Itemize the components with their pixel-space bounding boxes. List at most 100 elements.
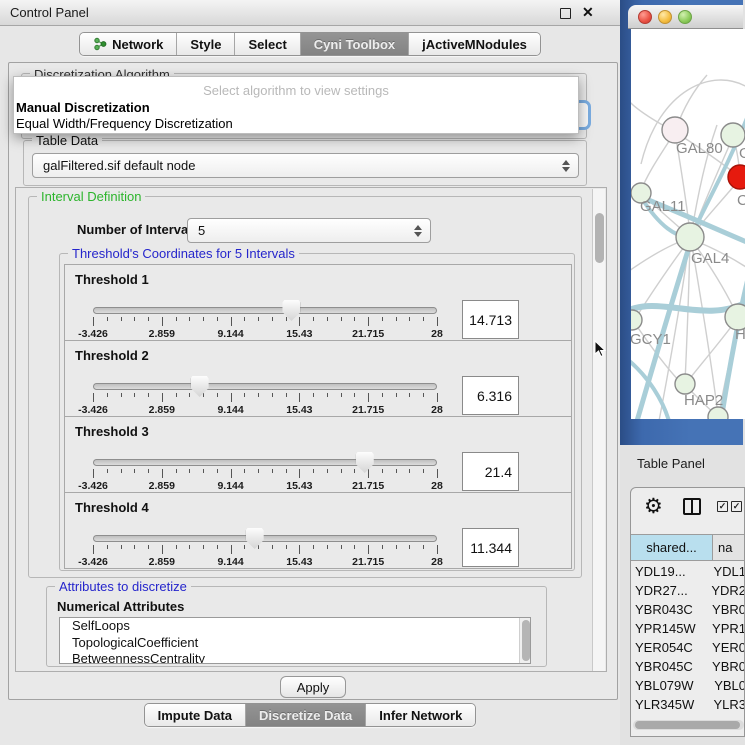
tick-mark: [203, 545, 204, 549]
tab-style[interactable]: Style: [176, 33, 234, 55]
tick-mark: [189, 393, 190, 397]
network-icon: [93, 37, 107, 51]
tick-label: 15.43: [286, 556, 312, 568]
zoom-traffic-light-icon[interactable]: [678, 10, 692, 24]
popup-option-manual-discretization[interactable]: Manual Discretization: [16, 100, 150, 115]
minimize-traffic-light-icon[interactable]: [658, 10, 672, 24]
control-panel-titlebar: Control Panel ✕: [0, 0, 620, 26]
node-gal4[interactable]: [676, 223, 704, 251]
column-layout-icon[interactable]: [683, 498, 701, 515]
tick-mark: [437, 545, 438, 554]
table-row[interactable]: YDR27...YDR2: [631, 581, 745, 600]
table-row[interactable]: YLR345WYLR3: [631, 695, 745, 714]
close-traffic-light-icon[interactable]: [638, 10, 652, 24]
table-row[interactable]: YBL079WYBL0: [631, 676, 745, 695]
tick-mark: [327, 393, 328, 397]
tick-mark: [258, 545, 259, 549]
tick-mark: [107, 393, 108, 397]
tick-mark: [121, 317, 122, 321]
algorithm-dropdown-popup: Select algorithm to view settings Manual…: [13, 76, 579, 134]
cell-shared-name: YDR27...: [631, 581, 711, 600]
threshold-slider: -3.4262.8599.14415.4321.71528: [93, 529, 437, 569]
table-row[interactable]: YBR043CYBR0: [631, 600, 745, 619]
threshold-value-field[interactable]: 11.344: [462, 528, 519, 567]
list-item[interactable]: TopologicalCoefficient: [60, 635, 530, 652]
scrollbar-thumb[interactable]: [595, 213, 604, 263]
tab-infer-network[interactable]: Infer Network: [365, 704, 475, 726]
close-icon[interactable]: ✕: [582, 4, 594, 21]
table-row[interactable]: YBR045CYBR0: [631, 657, 745, 676]
threshold-label: Threshold 2: [75, 348, 149, 363]
tick-mark: [148, 545, 149, 549]
tick-label: 28: [431, 480, 443, 492]
tick-mark: [382, 393, 383, 397]
settings-scroll-pane: Interval Definition Number of Intervals …: [15, 187, 607, 672]
threshold-4-panel: Threshold 4 -3.4262.8599.14415.4321.7152…: [64, 492, 572, 569]
table-data-combo[interactable]: galFiltered.sif default node: [32, 153, 579, 178]
network-canvas[interactable]: GAL80 GA C GAL11 GAL4 GCY1 H HAP2: [631, 29, 745, 419]
table-row[interactable]: YDL19...YDL1: [631, 562, 745, 581]
checkbox-icon[interactable]: ✓: [717, 501, 728, 512]
list-item[interactable]: SelfLoops: [60, 618, 530, 635]
node-hap2[interactable]: [675, 374, 695, 394]
list-scrollbar[interactable]: [519, 618, 530, 663]
slider-track[interactable]: [93, 459, 437, 466]
tab-label: Cyni Toolbox: [314, 37, 395, 52]
cell-shared-name: YLR345W: [631, 695, 713, 714]
scrollbar-thumb[interactable]: [522, 620, 530, 661]
threshold-slider: -3.4262.8599.14415.4321.71528: [93, 301, 437, 341]
node-gcy1[interactable]: [631, 310, 642, 330]
table-row[interactable]: YPR145WYPR1: [631, 619, 745, 638]
group-title: Threshold's Coordinates for 5 Intervals: [68, 246, 299, 261]
number-of-intervals-combo[interactable]: 5: [187, 218, 431, 243]
node-ga[interactable]: [721, 123, 745, 147]
scrollbar-thumb[interactable]: [635, 721, 740, 729]
threshold-value-field[interactable]: 14.713: [462, 300, 519, 339]
tab-label: jActiveMNodules: [422, 37, 527, 52]
tick-mark: [272, 393, 273, 397]
tick-mark: [354, 469, 355, 473]
tab-network[interactable]: Network: [80, 33, 176, 55]
tick-mark: [93, 469, 94, 478]
tick-label: 9.144: [217, 556, 243, 568]
tick-mark: [396, 469, 397, 473]
gear-icon[interactable]: ⚙: [644, 494, 663, 519]
table-row[interactable]: YER054CYER0: [631, 638, 745, 657]
tab-jactivemnodules[interactable]: jActiveMNodules: [408, 33, 540, 55]
thresholds-group: Threshold's Coordinates for 5 Intervals …: [59, 253, 575, 571]
tab-impute-data[interactable]: Impute Data: [145, 704, 245, 726]
threshold-value-field[interactable]: 6.316: [462, 376, 519, 415]
threshold-2-panel: Threshold 2 -3.4262.8599.14415.4321.7152…: [64, 340, 572, 417]
node-label: GAL4: [691, 250, 729, 267]
tab-select[interactable]: Select: [234, 33, 299, 55]
threshold-value: 21.4: [485, 464, 512, 480]
tick-mark: [299, 545, 300, 554]
tick-mark: [93, 393, 94, 402]
tick-mark: [217, 469, 218, 473]
column-header-shared-name[interactable]: shared...: [631, 535, 713, 560]
window-title: Control Panel: [10, 5, 89, 20]
list-item[interactable]: BetweennessCentrality: [60, 651, 530, 664]
pane-scrollbar[interactable]: [592, 189, 605, 672]
tick-mark: [121, 469, 122, 473]
tick-mark: [134, 469, 135, 473]
tick-mark: [189, 545, 190, 549]
threshold-value-field[interactable]: 21.4: [462, 452, 519, 491]
slider-track[interactable]: [93, 535, 437, 542]
tab-discretize-data[interactable]: Discretize Data: [245, 704, 365, 726]
slider-track[interactable]: [93, 307, 437, 314]
slider-track[interactable]: [93, 383, 437, 390]
tab-cyni-toolbox[interactable]: Cyni Toolbox: [300, 33, 408, 55]
tick-mark: [217, 317, 218, 321]
checkbox-icon[interactable]: ✓: [731, 501, 742, 512]
popup-option-equal-width-frequency[interactable]: Equal Width/Frequency Discretization: [16, 116, 233, 131]
float-window-icon[interactable]: [560, 8, 571, 19]
node-red-selected[interactable]: [728, 165, 745, 189]
tick-mark: [286, 317, 287, 321]
apply-button[interactable]: Apply: [280, 676, 346, 698]
table-row[interactable]: YIL052CYIL0: [631, 714, 745, 719]
table-horizontal-scrollbar[interactable]: [633, 720, 744, 730]
column-header-name[interactable]: na: [713, 535, 745, 560]
tick-label: 9.144: [217, 404, 243, 416]
tick-mark: [258, 469, 259, 473]
